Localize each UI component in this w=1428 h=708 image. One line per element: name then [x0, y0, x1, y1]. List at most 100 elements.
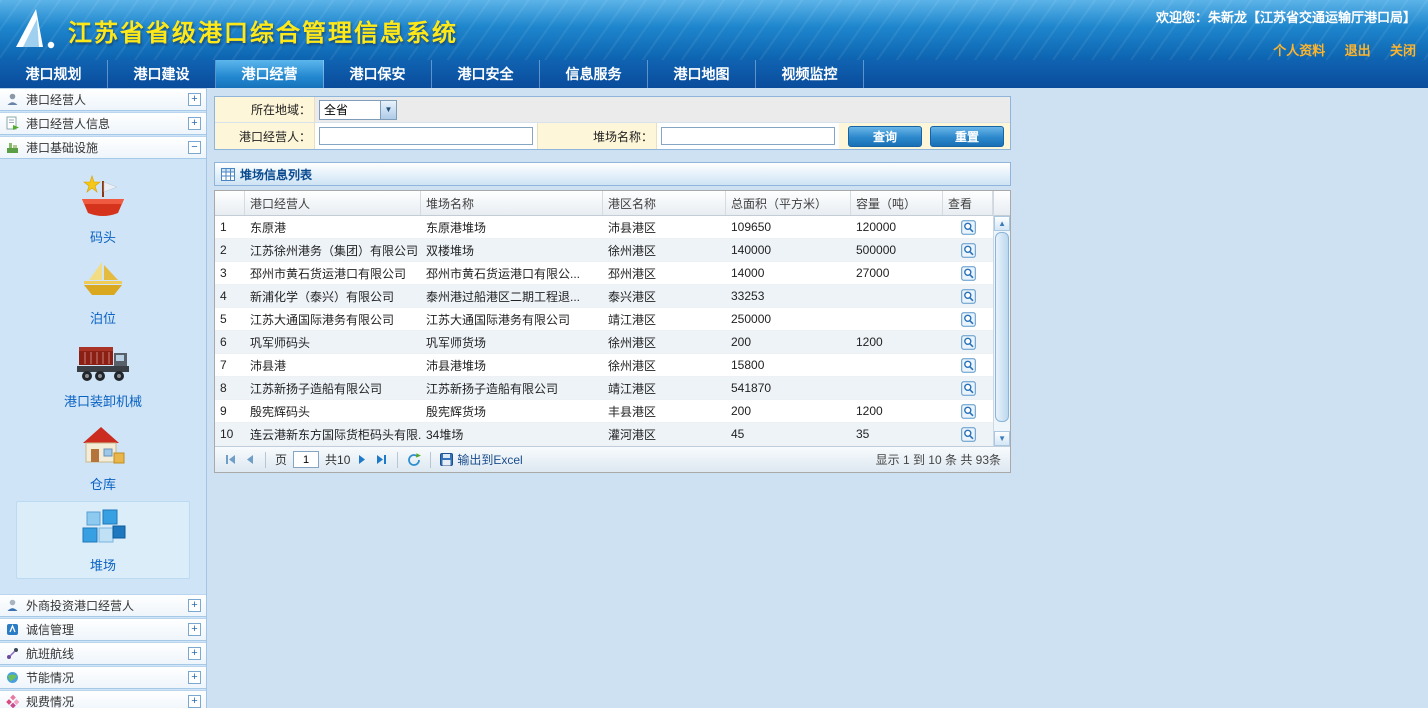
col-view[interactable]: 查看: [943, 191, 993, 215]
chevron-down-icon[interactable]: ▼: [380, 101, 396, 119]
col-operator[interactable]: 港口经营人: [245, 191, 421, 215]
cell-yard-name: 江苏大通国际港务有限公司: [421, 308, 603, 330]
sidebar-item-label: 规费情况: [26, 693, 188, 708]
view-magnifier-icon[interactable]: [961, 243, 976, 258]
query-button[interactable]: 查询: [848, 126, 922, 147]
sidebar-item-routes[interactable]: 航班航线 +: [0, 642, 206, 665]
table-row[interactable]: 5 江苏大通国际港务有限公司 江苏大通国际港务有限公司 靖江港区 250000: [215, 308, 993, 331]
tab-info-service[interactable]: 信息服务: [540, 60, 648, 88]
row-number: 10: [215, 423, 245, 445]
expand-plus-icon[interactable]: +: [188, 695, 201, 708]
sidebar-item-operator-info[interactable]: 港口经营人信息 +: [0, 112, 206, 135]
view-magnifier-icon[interactable]: [961, 335, 976, 350]
row-number: 1: [215, 216, 245, 238]
scroll-down-icon[interactable]: ▼: [994, 431, 1010, 446]
cell-operator: 连云港新东方国际货柜码头有限...: [245, 423, 421, 445]
col-total-area[interactable]: 总面积（平方米）: [726, 191, 851, 215]
next-page-button[interactable]: [356, 453, 369, 466]
operator-input[interactable]: [319, 127, 533, 145]
sidebar-item-label: 港口基础设施: [26, 139, 188, 156]
sidebar-item-port-infrastructure[interactable]: 港口基础设施 −: [0, 136, 206, 159]
facility-item-warehouse[interactable]: 仓库: [16, 418, 190, 498]
tab-port-map[interactable]: 港口地图: [648, 60, 756, 88]
collapse-minus-icon[interactable]: −: [188, 141, 201, 154]
expand-plus-icon[interactable]: +: [188, 623, 201, 636]
cell-port-area: 泰兴港区: [603, 285, 726, 307]
expand-plus-icon[interactable]: +: [188, 647, 201, 660]
page-input[interactable]: [293, 451, 319, 468]
operator-label: 港口经营人：: [215, 123, 315, 149]
export-excel-label[interactable]: 输出到Excel: [457, 451, 522, 468]
reset-button[interactable]: 重置: [930, 126, 1004, 147]
col-capacity[interactable]: 容量（吨）: [851, 191, 943, 215]
last-page-button[interactable]: [375, 453, 388, 466]
col-yard-name[interactable]: 堆场名称: [421, 191, 603, 215]
table-row[interactable]: 6 巩军师码头 巩军师货场 徐州港区 200 1200: [215, 331, 993, 354]
tab-port-security[interactable]: 港口保安: [324, 60, 432, 88]
first-page-button[interactable]: [224, 453, 237, 466]
expand-plus-icon[interactable]: +: [188, 117, 201, 130]
table-row[interactable]: 4 新浦化学（泰兴）有限公司 泰州港过船港区二期工程退... 泰兴港区 3325…: [215, 285, 993, 308]
profile-link[interactable]: 个人资料: [1273, 43, 1325, 58]
refresh-icon[interactable]: [407, 453, 421, 467]
view-magnifier-icon[interactable]: [961, 266, 976, 281]
view-magnifier-icon[interactable]: [961, 289, 976, 304]
view-magnifier-icon[interactable]: [961, 404, 976, 419]
view-magnifier-icon[interactable]: [961, 381, 976, 396]
facility-item-berth[interactable]: 泊位: [16, 254, 190, 332]
prev-page-button[interactable]: [243, 453, 256, 466]
vertical-scrollbar[interactable]: ▲ ▼: [993, 191, 1010, 446]
tab-port-safety[interactable]: 港口安全: [432, 60, 540, 88]
sidebar-item-energy[interactable]: 节能情况 +: [0, 666, 206, 689]
table-row[interactable]: 10 连云港新东方国际货柜码头有限... 34堆场 灌河港区 45 35: [215, 423, 993, 446]
table-row[interactable]: 2 江苏徐州港务（集团）有限公司 双楼堆场 徐州港区 140000 500000: [215, 239, 993, 262]
cell-yard-name: 邳州市黄石货运港口有限公...: [421, 262, 603, 284]
tab-port-construction[interactable]: 港口建设: [108, 60, 216, 88]
facility-item-machinery[interactable]: 港口装卸机械: [16, 335, 190, 415]
tab-port-operation[interactable]: 港口经营: [216, 60, 324, 88]
pager-divider: [430, 452, 431, 468]
view-magnifier-icon[interactable]: [961, 358, 976, 373]
sidebar-item-fees[interactable]: 规费情况 +: [0, 690, 206, 708]
cell-operator: 巩军师码头: [245, 331, 421, 353]
expand-plus-icon[interactable]: +: [188, 93, 201, 106]
cell-view: [943, 331, 993, 353]
app-logo-icon: [10, 5, 58, 56]
expand-plus-icon[interactable]: +: [188, 599, 201, 612]
view-magnifier-icon[interactable]: [961, 220, 976, 235]
yard-name-input[interactable]: [661, 127, 835, 145]
save-disk-icon[interactable]: [440, 453, 453, 466]
cell-capacity: 27000: [851, 262, 943, 284]
view-magnifier-icon[interactable]: [961, 312, 976, 327]
view-magnifier-icon[interactable]: [961, 427, 976, 442]
cell-yard-name: 东原港堆场: [421, 216, 603, 238]
region-select[interactable]: 全省 ▼: [319, 100, 397, 120]
scroll-up-icon[interactable]: ▲: [994, 216, 1010, 231]
sidebar-item-label: 外商投资港口经营人: [26, 597, 188, 614]
tab-video-monitor[interactable]: 视频监控: [756, 60, 864, 88]
table-row[interactable]: 3 邳州市黄石货运港口有限公司 邳州市黄石货运港口有限公... 邳州港区 140…: [215, 262, 993, 285]
logout-link[interactable]: 退出: [1345, 43, 1371, 58]
sidebar-item-port-operator[interactable]: 港口经营人 +: [0, 88, 206, 111]
integrity-icon: [5, 622, 21, 637]
cell-port-area: 丰县港区: [603, 400, 726, 422]
table-row[interactable]: 7 沛县港 沛县港堆场 徐州港区 15800: [215, 354, 993, 377]
tab-port-planning[interactable]: 港口规划: [0, 60, 108, 88]
facility-item-yard[interactable]: 堆场: [16, 501, 190, 579]
pager-divider: [397, 452, 398, 468]
cell-total-area: 15800: [726, 354, 851, 376]
app-header: 江苏省省级港口综合管理信息系统 欢迎您：朱新龙【江苏省交通运输厅港口局】 个人资…: [0, 0, 1428, 60]
table-row[interactable]: 1 东原港 东原港堆场 沛县港区 109650 120000: [215, 216, 993, 239]
table-row[interactable]: 8 江苏新扬子造船有限公司 江苏新扬子造船有限公司 靖江港区 541870: [215, 377, 993, 400]
sidebar-item-integrity[interactable]: 诚信管理 +: [0, 618, 206, 641]
scrollbar-header-spacer: [994, 191, 1010, 216]
expand-plus-icon[interactable]: +: [188, 671, 201, 684]
close-link[interactable]: 关闭: [1390, 43, 1416, 58]
main-nav: 港口规划 港口建设 港口经营 港口保安 港口安全 信息服务 港口地图 视频监控: [0, 60, 1428, 88]
scrollbar-thumb[interactable]: [995, 232, 1009, 422]
scrollbar-track[interactable]: [994, 231, 1010, 431]
facility-item-wharf[interactable]: 码头: [16, 169, 190, 251]
table-row[interactable]: 9 殷宪辉码头 殷宪辉货场 丰县港区 200 1200: [215, 400, 993, 423]
sidebar-item-foreign-operator[interactable]: 外商投资港口经营人 +: [0, 594, 206, 617]
col-port-area[interactable]: 港区名称: [603, 191, 726, 215]
